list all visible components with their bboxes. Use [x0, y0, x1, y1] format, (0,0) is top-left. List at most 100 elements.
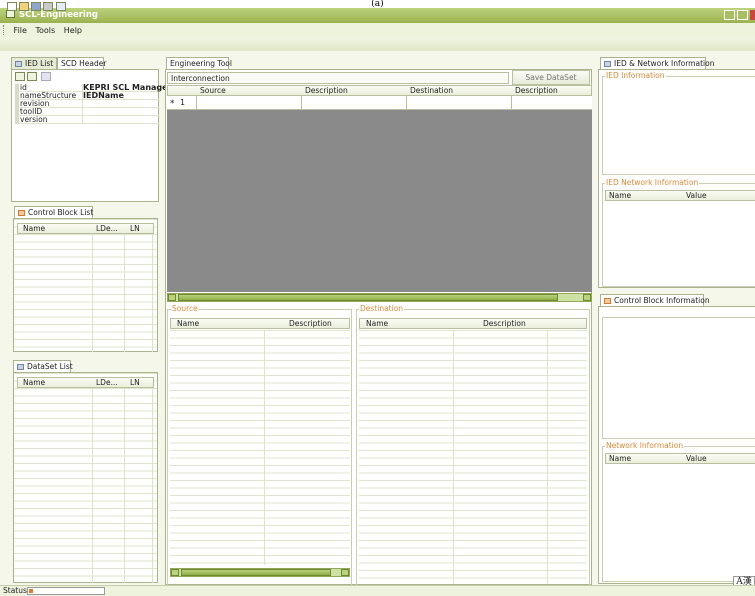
column-divider	[152, 234, 153, 352]
column-header-name[interactable]: Name	[366, 319, 388, 329]
column-divider	[124, 388, 125, 583]
scroll-right-button[interactable]	[341, 569, 349, 576]
column-divider	[152, 388, 153, 583]
list-icon	[15, 61, 22, 67]
column-divider	[124, 234, 125, 352]
control-block-details-group	[602, 317, 755, 439]
menu-grip-icon	[3, 25, 5, 35]
categorized-sort-icon[interactable]	[15, 72, 25, 81]
source-group-label: Source	[171, 304, 199, 313]
column-header-ln[interactable]: LN	[130, 224, 140, 234]
scroll-thumb[interactable]	[181, 569, 331, 576]
interconnection-grid-header: Source Description Destination Descripti…	[167, 85, 592, 96]
dataset-list-header: Name LDe... LN	[17, 377, 154, 388]
column-header-value[interactable]: Value	[686, 191, 707, 201]
app-icon	[6, 10, 15, 18]
property-grid-margin	[15, 84, 19, 124]
save-icon[interactable]	[31, 2, 41, 11]
save-dataset-button[interactable]: Save DataSet	[512, 70, 590, 85]
control-block-information-panel: Name Value Network Information	[598, 306, 755, 584]
interconnection-label: Interconnection	[167, 72, 509, 84]
column-header-ldevice[interactable]: LDe...	[96, 378, 118, 388]
toolbar	[0, 38, 755, 51]
column-header-name[interactable]: Name	[609, 191, 631, 201]
print-icon[interactable]	[43, 2, 53, 11]
menu-help[interactable]: Help	[64, 26, 82, 35]
column-header-description[interactable]: Description	[483, 319, 526, 329]
status-indicator	[29, 589, 33, 593]
column-header-source[interactable]: Source	[200, 86, 226, 96]
source-list-header: Name Description	[170, 318, 350, 329]
scroll-left-button[interactable]	[171, 569, 179, 576]
source-horizontal-scrollbar[interactable]	[170, 568, 350, 577]
ied-information-group	[602, 76, 755, 175]
column-header-name[interactable]: Name	[23, 378, 45, 388]
scroll-right-button[interactable]	[583, 294, 591, 301]
menu-bar: File Tools Help	[0, 23, 755, 38]
column-header-ldevice[interactable]: LDe...	[96, 224, 118, 234]
column-divider	[453, 330, 454, 584]
table-row[interactable]: * 1	[167, 96, 592, 110]
status-progress-box	[27, 587, 105, 595]
network-information-label: Network Information	[605, 441, 685, 450]
close-button[interactable]	[750, 10, 755, 20]
property-pages-icon[interactable]	[41, 72, 51, 81]
menu-file[interactable]: File	[14, 26, 27, 35]
scd-header-panel: id KEPRI SCL Manage nameStructure IEDNam…	[11, 69, 168, 202]
tab-ied-network-information[interactable]: IED & Network Information	[600, 57, 714, 69]
network-information-header: Name Value	[605, 453, 755, 464]
property-row[interactable]: version	[15, 116, 159, 124]
control-block-list-panel: Name LDe... LN	[13, 218, 158, 352]
column-header-description[interactable]: Description	[515, 86, 558, 96]
interconnection-horizontal-scrollbar[interactable]	[167, 293, 592, 302]
open-folder-icon[interactable]	[19, 2, 29, 11]
minimize-button[interactable]	[724, 10, 735, 20]
ied-network-panel: IED Information Name Value IED Network I…	[598, 69, 755, 288]
column-divider	[547, 330, 548, 584]
control-block-list-header: Name LDe... LN	[17, 223, 154, 234]
alphabetical-sort-icon[interactable]	[27, 72, 37, 81]
column-divider	[264, 330, 265, 565]
ied-network-information-group: Name Value	[602, 183, 755, 287]
maximize-button[interactable]	[737, 10, 748, 20]
tab-control-block-information[interactable]: Control Block Information	[600, 294, 710, 306]
row-number: 1	[180, 98, 186, 107]
status-bar: Status	[0, 585, 755, 596]
tab-dataset-list[interactable]: DataSet List	[13, 360, 73, 372]
ied-information-label: IED Information	[605, 71, 666, 80]
interconnection-grid: Source Description Destination Descripti…	[167, 85, 592, 292]
destination-list-body	[359, 330, 587, 584]
column-divider	[92, 234, 93, 352]
column-header-name[interactable]: Name	[609, 454, 631, 464]
tab-control-block-list[interactable]: Control Block List	[14, 206, 93, 218]
network-icon	[604, 61, 611, 67]
column-divider	[92, 388, 93, 583]
cell-divider	[406, 96, 407, 110]
column-header-ln[interactable]: LN	[130, 378, 140, 388]
property-value: IEDName	[83, 91, 124, 100]
property-divider	[82, 84, 83, 124]
scroll-thumb[interactable]	[178, 294, 558, 301]
tab-scd-header[interactable]: SCD Header	[57, 57, 106, 69]
source-group: Name Description	[167, 309, 352, 586]
column-header-description[interactable]: Description	[289, 319, 332, 329]
network-information-group: Name Value	[602, 446, 755, 582]
column-header-name[interactable]: Name	[23, 224, 45, 234]
tab-engineering-tool[interactable]: Engineering Tool	[166, 57, 232, 69]
menu-tools[interactable]: Tools	[35, 26, 55, 35]
preview-icon[interactable]	[56, 2, 66, 11]
new-file-icon[interactable]	[7, 2, 17, 11]
tab-ied-list[interactable]: IED List	[11, 57, 57, 69]
ied-network-header: Name Value	[605, 190, 755, 201]
column-header-name[interactable]: Name	[177, 319, 199, 329]
column-header-destination[interactable]: Destination	[410, 86, 453, 96]
column-header-description[interactable]: Description	[305, 86, 348, 96]
dataset-list-panel: Name LDe... LN	[13, 372, 158, 583]
control-block-icon	[18, 210, 25, 216]
column-header-value[interactable]: Value	[686, 454, 707, 464]
status-label: Status	[3, 586, 27, 595]
new-row-marker: *	[170, 99, 175, 109]
engineering-tool-panel: Interconnection Save DataSet Source Desc…	[165, 69, 592, 586]
scroll-left-button[interactable]	[168, 294, 176, 301]
destination-group: Name Description	[356, 309, 590, 586]
